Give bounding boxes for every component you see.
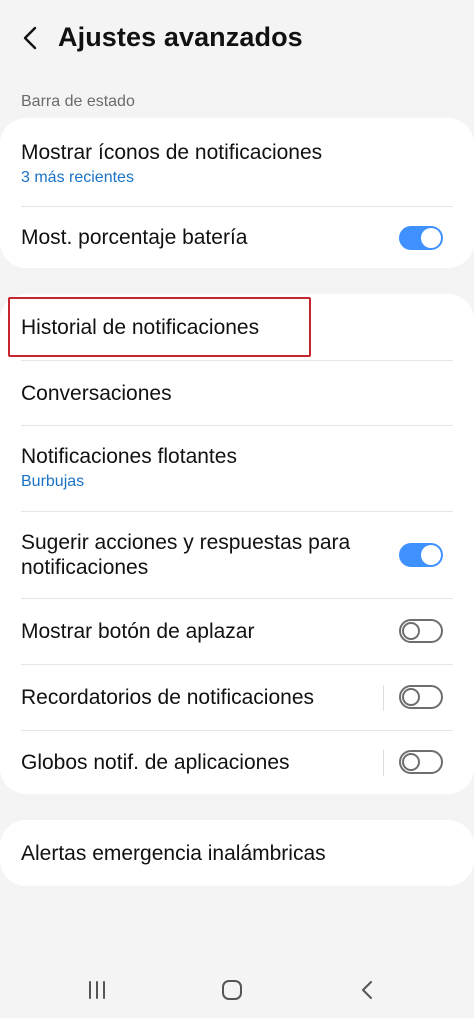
emergency-card: Alertas emergencia inalámbricas xyxy=(0,820,474,886)
back-button[interactable] xyxy=(14,22,46,54)
row-title: Mostrar botón de aplazar xyxy=(21,620,255,643)
row-notification-reminders[interactable]: Recordatorios de notificaciones xyxy=(0,665,474,730)
toggle-knob xyxy=(402,688,420,706)
row-battery-percentage[interactable]: Most. porcentaje batería xyxy=(0,207,474,268)
toggle-knob xyxy=(421,545,441,565)
row-title: Historial de notificaciones xyxy=(21,316,260,339)
row-title-line1: Sugerir acciones y respuestas para xyxy=(21,531,351,554)
row-title: Notificaciones flotantes xyxy=(21,445,237,468)
section-label-status-bar: Barra de estado xyxy=(21,93,135,110)
row-title: Most. porcentaje batería xyxy=(21,226,248,249)
toggle-knob xyxy=(421,228,441,248)
row-suggest-actions[interactable]: Sugerir acciones y respuestas para notif… xyxy=(0,512,474,598)
home-button[interactable] xyxy=(212,974,252,1006)
suggest-actions-toggle[interactable] xyxy=(399,543,443,567)
row-notification-history[interactable]: Historial de notificaciones xyxy=(0,294,474,360)
row-title: Alertas emergencia inalámbricas xyxy=(21,842,326,865)
row-title: Recordatorios de notificaciones xyxy=(21,686,314,709)
page-title: Ajustes avanzados xyxy=(58,22,303,52)
vertical-separator xyxy=(383,750,384,776)
recents-button[interactable] xyxy=(77,974,117,1006)
status-bar-card: Mostrar íconos de notificaciones 3 más r… xyxy=(0,118,474,268)
row-title: Globos notif. de aplicaciones xyxy=(21,751,290,774)
system-back-button[interactable] xyxy=(347,974,387,1006)
vertical-separator xyxy=(383,685,384,711)
row-title-line2: notificaciones xyxy=(21,556,149,579)
row-subtitle: Burbujas xyxy=(21,473,85,490)
notifications-card: Historial de notificaciones Conversacion… xyxy=(0,294,474,794)
row-subtitle: 3 más recientes xyxy=(21,169,134,186)
row-snooze-button[interactable]: Mostrar botón de aplazar xyxy=(0,599,474,664)
recents-icon xyxy=(89,981,105,999)
battery-percentage-toggle[interactable] xyxy=(399,226,443,250)
notification-reminders-toggle[interactable] xyxy=(399,685,443,709)
navigation-bar xyxy=(0,960,474,1018)
home-icon xyxy=(222,980,242,1000)
toggle-knob xyxy=(402,622,420,640)
row-show-notification-icons[interactable]: Mostrar íconos de notificaciones 3 más r… xyxy=(0,118,474,206)
row-title: Conversaciones xyxy=(21,382,172,405)
row-floating-notifications[interactable]: Notificaciones flotantes Burbujas xyxy=(0,426,474,511)
toggle-knob xyxy=(402,753,420,771)
row-app-icon-badges[interactable]: Globos notif. de aplicaciones xyxy=(0,731,474,794)
chevron-left-icon xyxy=(23,26,37,50)
snooze-button-toggle[interactable] xyxy=(399,619,443,643)
app-icon-badges-toggle[interactable] xyxy=(399,750,443,774)
app-header: Ajustes avanzados xyxy=(0,0,474,80)
row-conversations[interactable]: Conversaciones xyxy=(0,361,474,425)
back-icon xyxy=(362,981,372,999)
row-title: Mostrar íconos de notificaciones xyxy=(21,141,323,164)
row-wireless-emergency-alerts[interactable]: Alertas emergencia inalámbricas xyxy=(0,820,474,886)
